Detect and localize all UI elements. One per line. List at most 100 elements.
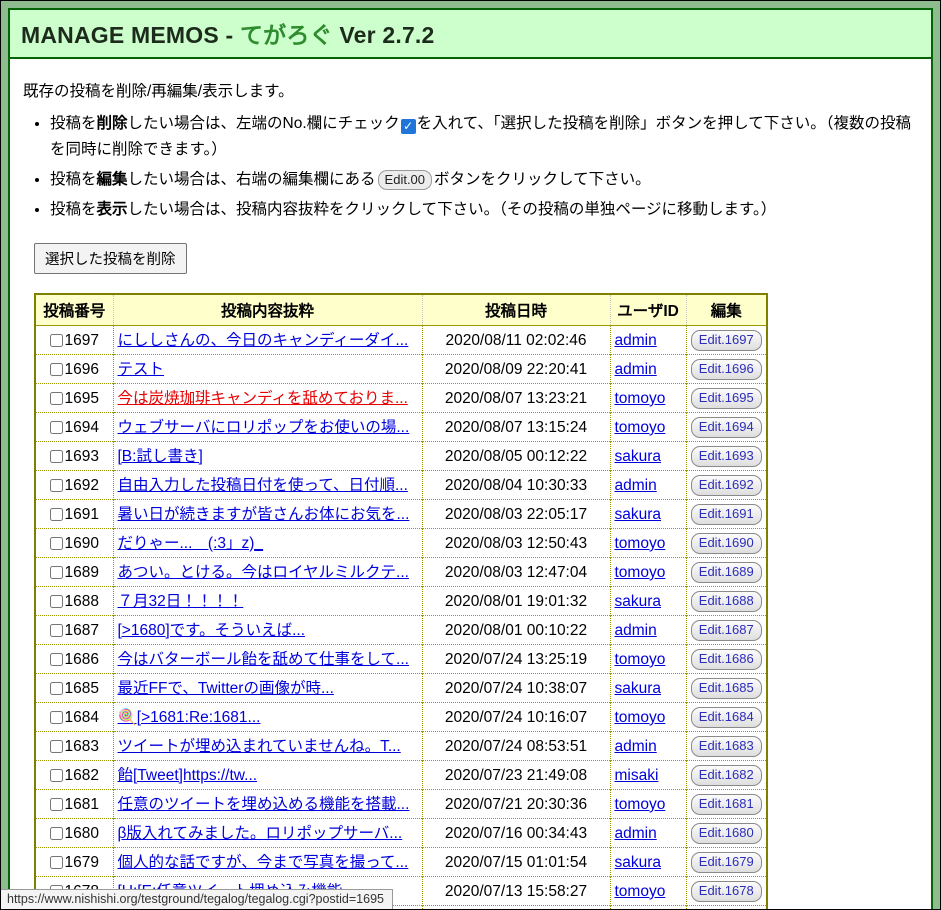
post-excerpt-link[interactable]: [B:試し書き] [118,448,203,465]
post-user-link[interactable]: sakura [615,854,662,871]
post-excerpt-link[interactable]: 暑い日が続きますが皆さんお体にお気を... [118,506,410,523]
post-select-checkbox[interactable] [50,392,63,405]
post-select-checkbox[interactable] [50,537,63,550]
post-select-checkbox[interactable] [50,798,63,811]
edit-button[interactable]: Edit.1690 [691,533,762,554]
delete-selected-posts-button[interactable]: 選択した投稿を削除 [34,243,187,274]
post-excerpt-link[interactable]: 自由入力した投稿日付を使って、日付順... [118,477,408,494]
post-select-checkbox[interactable] [50,653,63,666]
post-user-link[interactable]: sakura [615,506,662,523]
post-excerpt-link[interactable]: だりゃー... (:3」z)_ [118,535,264,552]
post-user-link[interactable]: admin [615,477,657,494]
edit-button[interactable]: Edit.1692 [691,475,762,496]
edit-button[interactable]: Edit.1686 [691,649,762,670]
table-row: 1683 ツイートが埋め込まれていませんね。T... 2020/07/24 08… [35,732,767,761]
post-select-checkbox[interactable] [50,740,63,753]
post-select-checkbox[interactable] [50,363,63,376]
browser-viewport: MANAGE MEMOS - てがろぐ Ver 2.7.2 既存の投稿を削除/再… [0,0,941,910]
table-row: 1691 暑い日が続きますが皆さんお体にお気を... 2020/08/03 22… [35,500,767,529]
post-user-link[interactable]: tomoyo [615,796,666,813]
edit-button[interactable]: Edit.1678 [691,881,762,902]
post-excerpt-cell: β版入れてみました。ロリポップサーバ... [113,819,422,848]
post-user-cell: sakura [610,587,686,616]
edit-button[interactable]: Edit.1693 [691,446,762,467]
post-excerpt-link[interactable]: [>1680]です。そういえば... [118,622,306,639]
edit-button[interactable]: Edit.1688 [691,591,762,612]
post-excerpt-link[interactable]: 🍭[>1681:Re:1681... [118,709,261,726]
table-row: 1686 今はバターボール飴を舐めて仕事をして... 2020/07/24 13… [35,645,767,674]
post-excerpt-link[interactable]: 個人的な話ですが、今まで写真を撮って... [118,854,409,871]
post-user-link[interactable]: admin [615,622,657,639]
edit-button[interactable]: Edit.1681 [691,794,762,815]
post-excerpt-link[interactable]: β版入れてみました。ロリポップサーバ... [118,825,403,842]
post-excerpt-link[interactable]: 最近FFで、Twitterの画像が時... [118,680,334,697]
post-select-checkbox[interactable] [50,566,63,579]
post-select-checkbox[interactable] [50,682,63,695]
edit-button[interactable]: Edit.1684 [691,707,762,728]
post-number: 1690 [65,535,99,552]
post-edit-cell: Edit.1681 [686,790,767,819]
post-select-checkbox[interactable] [50,856,63,869]
post-excerpt-link[interactable]: あつい。とける。今はロイヤルミルクテ... [118,564,409,581]
post-edit-cell: Edit.1678 [686,877,767,906]
post-user-link[interactable]: tomoyo [615,390,666,407]
edit-button[interactable]: Edit.1680 [691,823,762,844]
post-excerpt-link[interactable]: ツイートが埋め込まれていませんね。T... [118,738,401,755]
post-user-link[interactable]: admin [615,825,657,842]
post-user-link[interactable]: tomoyo [615,709,666,726]
edit-button[interactable]: Edit.1694 [691,417,762,438]
post-user-link[interactable]: sakura [615,680,662,697]
post-excerpt-link[interactable]: 今は炭焼珈琲キャンディを舐めておりま... [118,390,408,407]
edit-button[interactable]: Edit.1687 [691,620,762,641]
post-edit-cell: Edit.1692 [686,471,767,500]
post-excerpt-link[interactable]: 飴[Tweet]https://tw... [118,767,258,784]
edit-button[interactable]: Edit.1695 [691,388,762,409]
post-user-link[interactable]: admin [615,738,657,755]
edit-button[interactable]: Edit.1689 [691,562,762,583]
post-user-link[interactable]: tomoyo [615,883,666,900]
post-select-checkbox[interactable] [50,421,63,434]
post-user-link[interactable]: tomoyo [615,651,666,668]
post-select-checkbox[interactable] [50,827,63,840]
header-post-datetime: 投稿日時 [422,294,610,326]
post-user-link[interactable]: admin [615,361,657,378]
post-user-cell: admin [610,471,686,500]
post-user-link[interactable]: tomoyo [615,564,666,581]
post-user-link[interactable]: tomoyo [615,535,666,552]
post-user-link[interactable]: sakura [615,448,662,465]
post-number: 1682 [65,767,99,784]
post-select-checkbox[interactable] [50,624,63,637]
edit-button[interactable]: Edit.1691 [691,504,762,525]
post-select-checkbox[interactable] [50,334,63,347]
post-excerpt-link[interactable]: にししさんの、今日のキャンディーダイ... [118,332,409,349]
post-number: 1684 [65,709,99,726]
post-excerpt-link[interactable]: ウェブサーバにロリポップをお使いの場... [118,419,410,436]
post-number-cell: 1696 [35,355,113,384]
post-excerpt-link[interactable]: ７月32日！！！！ [118,593,244,610]
edit-button[interactable]: Edit.1685 [691,678,762,699]
post-user-link[interactable]: tomoyo [615,419,666,436]
post-excerpt-link[interactable]: 任意のツイートを埋め込める機能を搭載... [118,796,410,813]
post-datetime: 2020/08/03 22:05:17 [422,500,610,529]
post-excerpt-link[interactable]: 今はバターボール飴を舐めて仕事をして... [118,651,409,668]
post-datetime: 2020/07/13 15:58:27 [422,877,610,906]
post-select-checkbox[interactable] [50,711,63,724]
edit-button[interactable]: Edit.1696 [691,359,762,380]
post-select-checkbox[interactable] [50,479,63,492]
post-excerpt-link[interactable]: テスト [118,361,165,378]
post-user-cell: tomoyo [610,558,686,587]
post-datetime: 2020/07/21 20:30:36 [422,790,610,819]
post-select-checkbox[interactable] [50,769,63,782]
edit-button[interactable]: Edit.1682 [691,765,762,786]
edit-button[interactable]: Edit.1679 [691,852,762,873]
post-edit-cell: Edit.1686 [686,645,767,674]
post-user-link[interactable]: misaki [615,767,659,784]
edit-button[interactable]: Edit.1683 [691,736,762,757]
post-user-link[interactable]: sakura [615,593,662,610]
edit-button[interactable]: Edit.1697 [691,330,762,351]
post-select-checkbox[interactable] [50,595,63,608]
post-number: 1691 [65,506,99,523]
post-user-link[interactable]: admin [615,332,657,349]
post-select-checkbox[interactable] [50,450,63,463]
post-select-checkbox[interactable] [50,508,63,521]
